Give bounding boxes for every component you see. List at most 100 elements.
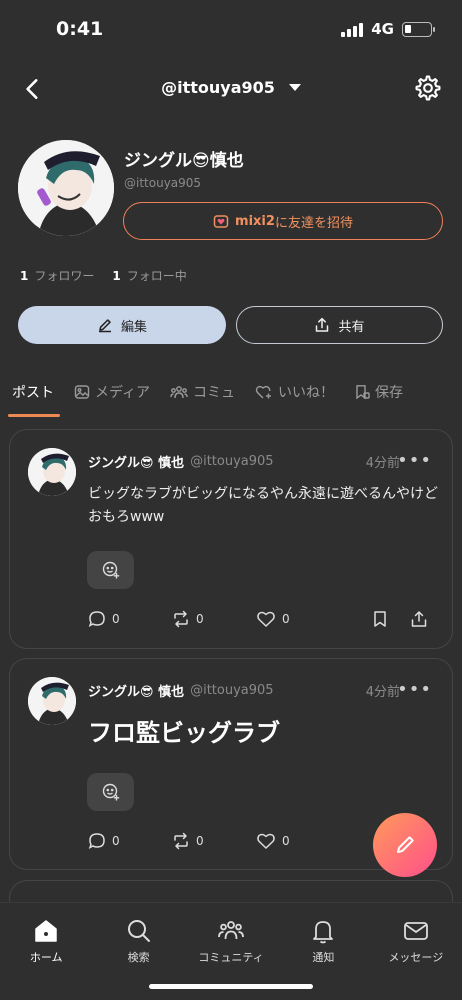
following-link[interactable]: 1 フォロー中	[112, 267, 186, 284]
community-icon	[218, 921, 244, 940]
post-secondary-actions	[372, 610, 428, 628]
invite-text: に友達を招待	[274, 215, 353, 231]
repost-count: 0	[196, 612, 204, 626]
post-header: ジングル😎 慎也 @ittouya905	[88, 681, 274, 700]
share-icon[interactable]	[410, 610, 428, 628]
following-label: フォロー中	[126, 269, 187, 283]
pencil-icon	[397, 836, 414, 853]
bookmark-icon[interactable]	[372, 610, 388, 628]
status-time: 0:41	[56, 18, 104, 40]
tab-saved[interactable]: 保存	[354, 380, 403, 404]
post-avatar[interactable]	[28, 677, 76, 725]
tab-posts[interactable]: ポスト	[12, 380, 54, 404]
heart-icon	[257, 611, 275, 628]
nav-community-label: コミュニティ	[198, 951, 264, 964]
nav-search-label: 検索	[127, 951, 150, 964]
like-button[interactable]: 0	[256, 610, 340, 628]
bell-icon	[313, 921, 334, 944]
post-time: 4分前	[365, 685, 400, 700]
home-icon	[35, 920, 57, 942]
reply-count: 0	[112, 834, 120, 848]
compose-button[interactable]	[373, 813, 437, 877]
post-body: ビッグなラブがビッグになるやん永遠に遊べるんやけどおもろwww	[88, 486, 438, 525]
tab-community[interactable]: コミュ	[170, 380, 235, 404]
like-count: 0	[282, 834, 290, 848]
more-options-icon[interactable]: •••	[397, 450, 432, 471]
repost-icon	[174, 610, 188, 628]
tab-community-label: コミュ	[193, 385, 236, 401]
post-actions: 0 0 0	[88, 610, 340, 628]
tab-media[interactable]: メディア	[74, 380, 150, 404]
heart-plus-icon	[255, 385, 272, 399]
nav-messages[interactable]: メッセージ	[370, 903, 462, 1000]
search-icon	[127, 920, 150, 942]
community-icon	[170, 386, 188, 399]
share-icon	[316, 317, 329, 332]
gear-icon[interactable]	[414, 74, 442, 102]
reply-icon	[88, 611, 105, 627]
repost-count: 0	[196, 834, 204, 848]
like-count: 0	[282, 612, 290, 626]
network-label: 4G	[371, 20, 394, 38]
caret-down-icon	[288, 84, 301, 91]
tab-likes[interactable]: いいね！	[255, 380, 334, 404]
reply-button[interactable]: 0	[88, 610, 172, 628]
share-label: 共有	[338, 319, 365, 335]
avatar-illustration	[28, 677, 76, 725]
invite-brand: mixi2	[235, 213, 275, 229]
signal-icon	[341, 21, 364, 37]
followers-label: フォロワー	[34, 269, 95, 283]
nav-notifications-label: 通知	[312, 951, 335, 964]
post-author-name[interactable]: ジングル😎 慎也	[88, 681, 184, 700]
active-tab-indicator	[8, 414, 60, 417]
post-header: ジングル😎 慎也 @ittouya905	[88, 452, 274, 471]
follow-stats: 1 フォロワー 1 フォロー中	[20, 267, 187, 284]
share-profile-button[interactable]: 共有	[236, 306, 443, 344]
post-card[interactable]: ジングル😎 慎也 @ittouya905 4分前 ••• ビッグなラブがビッグに…	[9, 429, 453, 649]
post-author-name[interactable]: ジングル😎 慎也	[88, 452, 184, 471]
add-emoji-icon	[102, 783, 119, 801]
heart-icon	[257, 833, 275, 850]
avatar-illustration	[28, 448, 76, 496]
nav-home[interactable]: ホーム	[0, 903, 92, 1000]
profile-avatar[interactable]	[18, 140, 114, 236]
nav-home-label: ホーム	[29, 951, 63, 964]
add-reaction-button[interactable]	[87, 773, 134, 811]
post-author-handle: @ittouya905	[190, 454, 274, 469]
account-switcher[interactable]: @ittouya905	[0, 78, 462, 97]
add-emoji-icon	[102, 561, 119, 579]
repost-button[interactable]: 0	[172, 832, 256, 850]
edit-profile-button[interactable]: 編集	[18, 306, 226, 344]
pencil-icon	[98, 319, 111, 333]
post-actions: 0 0 0	[88, 832, 340, 850]
status-indicators: 4G	[341, 20, 435, 38]
more-options-icon[interactable]: •••	[397, 679, 432, 700]
invite-gift-icon	[213, 215, 229, 228]
add-reaction-button[interactable]	[87, 551, 134, 589]
post-time: 4分前	[365, 456, 400, 471]
post-body: フロ監ビッグラブ	[88, 718, 280, 747]
profile-tabs: ポスト メディア コミュ いいね！ 保存	[0, 380, 462, 420]
reply-count: 0	[112, 612, 120, 626]
battery-icon	[402, 21, 435, 37]
page-title: @ittouya905	[161, 78, 275, 97]
profile-handle: @ittouya905	[124, 176, 202, 190]
edit-label: 編集	[120, 319, 147, 335]
reply-button[interactable]: 0	[88, 832, 172, 850]
invite-friends-button[interactable]: mixi2 に友達を招待	[123, 202, 443, 240]
repost-button[interactable]: 0	[172, 610, 256, 628]
avatar-illustration	[18, 140, 114, 236]
image-icon	[74, 385, 90, 399]
repost-icon	[174, 832, 188, 850]
following-count: 1	[112, 269, 121, 283]
like-button[interactable]: 0	[256, 832, 340, 850]
tab-posts-label: ポスト	[12, 385, 54, 401]
nav-messages-label: メッセージ	[388, 951, 444, 964]
tab-likes-label: いいね！	[278, 385, 335, 401]
tab-saved-label: 保存	[375, 385, 404, 401]
home-indicator	[149, 984, 313, 989]
followers-link[interactable]: 1 フォロワー	[20, 267, 94, 284]
tab-media-label: メディア	[95, 385, 151, 401]
post-avatar[interactable]	[28, 448, 76, 496]
profile-name: ジングル😎慎也	[124, 151, 244, 171]
